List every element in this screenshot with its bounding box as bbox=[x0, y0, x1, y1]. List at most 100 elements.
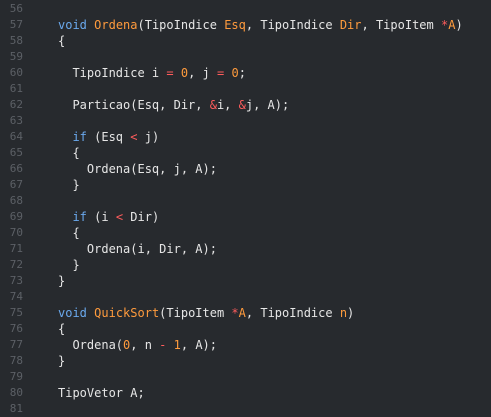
code-line[interactable]: 57 void Ordena(TipoIndice Esq, TipoIndice… bbox=[0, 17, 491, 33]
code-token: n bbox=[339, 306, 348, 320]
code-token: Ordena(Esq, j, A); bbox=[58, 162, 217, 176]
line-number: 64 bbox=[9, 130, 23, 143]
code-token: (Esq bbox=[86, 130, 131, 144]
code-token: void bbox=[58, 306, 87, 320]
line-number: 67 bbox=[9, 178, 23, 191]
code-text[interactable]: TipoIndice i = 0, j = 0; bbox=[58, 65, 246, 81]
code-token: (TipoItem bbox=[159, 306, 232, 320]
code-token: } bbox=[58, 274, 66, 288]
code-token: Ordena(i, Dir, A); bbox=[58, 242, 217, 256]
code-line[interactable]: 67 } bbox=[0, 177, 491, 193]
line-number: 65 bbox=[9, 146, 23, 159]
code-line[interactable]: 60 TipoIndice i = 0, j = 0; bbox=[0, 65, 491, 81]
code-line[interactable]: 66 Ordena(Esq, j, A); bbox=[0, 161, 491, 177]
code-text[interactable]: void QuickSort(TipoItem *A, TipoIndice n… bbox=[58, 305, 354, 321]
code-line[interactable]: 61 bbox=[0, 81, 491, 97]
line-number: 75 bbox=[9, 306, 23, 319]
code-text[interactable]: if (i < Dir) bbox=[58, 209, 159, 225]
code-line[interactable]: 69 if (i < Dir) bbox=[0, 209, 491, 225]
code-token: < bbox=[115, 210, 124, 224]
line-number: 62 bbox=[9, 98, 23, 111]
code-token: j, A); bbox=[245, 98, 290, 112]
code-text[interactable]: if (Esq < j) bbox=[58, 129, 159, 145]
code-line[interactable]: 62 Particao(Esq, Dir, &i, &j, A); bbox=[0, 97, 491, 113]
code-token: { bbox=[58, 322, 66, 336]
code-line[interactable]: 72 } bbox=[0, 257, 491, 273]
line-number: 78 bbox=[9, 354, 23, 367]
code-token: Esq bbox=[224, 18, 246, 32]
line-number: 71 bbox=[9, 242, 23, 255]
line-number: 68 bbox=[9, 194, 23, 207]
code-token: ; bbox=[238, 66, 246, 80]
code-line[interactable]: 59 bbox=[0, 49, 491, 65]
code-token: , n bbox=[130, 338, 160, 352]
line-number: 57 bbox=[9, 18, 23, 31]
code-token: A bbox=[238, 306, 246, 320]
line-number: 70 bbox=[9, 226, 23, 239]
code-text[interactable]: { bbox=[58, 225, 79, 241]
code-token: TipoIndice i bbox=[58, 66, 167, 80]
code-token: Ordena bbox=[94, 18, 138, 32]
code-line[interactable]: 58 { bbox=[0, 33, 491, 49]
code-token: j) bbox=[137, 130, 160, 144]
code-line[interactable]: 71 Ordena(i, Dir, A); bbox=[0, 241, 491, 257]
code-text[interactable]: Ordena(0, n - 1, A); bbox=[58, 337, 217, 353]
code-text[interactable]: } bbox=[58, 273, 65, 289]
code-text[interactable]: } bbox=[58, 257, 80, 273]
line-number: 72 bbox=[9, 258, 23, 271]
line-number: 81 bbox=[9, 402, 23, 415]
code-token: } bbox=[58, 354, 66, 368]
code-line[interactable]: 70 { bbox=[0, 225, 491, 241]
code-token: } bbox=[58, 258, 80, 272]
code-line[interactable]: 63 bbox=[0, 113, 491, 129]
code-text[interactable]: } bbox=[58, 177, 79, 193]
code-token: (TipoIndice bbox=[137, 18, 225, 32]
code-token: , A); bbox=[180, 338, 217, 352]
code-editor[interactable]: 56 57 void Ordena(TipoIndice Esq, TipoIndi… bbox=[0, 0, 491, 416]
code-token: ) bbox=[455, 18, 463, 32]
code-line[interactable]: 73} bbox=[0, 273, 491, 289]
code-line[interactable]: 78} bbox=[0, 353, 491, 369]
code-line[interactable]: 68 bbox=[0, 193, 491, 209]
code-line[interactable]: 75 void QuickSort(TipoItem *A, TipoIndice… bbox=[0, 305, 491, 321]
code-line[interactable]: 77 Ordena(0, n - 1, A); bbox=[0, 337, 491, 353]
code-line[interactable]: 76 { bbox=[0, 321, 491, 337]
code-token: void bbox=[58, 18, 87, 32]
code-token: (i bbox=[86, 210, 116, 224]
code-token: & bbox=[209, 98, 217, 112]
code-text[interactable]: void Ordena(TipoIndice Esq, TipoIndice D… bbox=[58, 17, 463, 33]
code-text[interactable]: { bbox=[58, 145, 79, 161]
code-line[interactable]: 80 TipoVetor A; bbox=[0, 385, 491, 401]
code-text[interactable]: } bbox=[58, 353, 65, 369]
code-token: 0 bbox=[180, 66, 189, 80]
code-token: * bbox=[231, 306, 239, 320]
code-text[interactable]: { bbox=[58, 33, 65, 49]
code-line[interactable]: 56 bbox=[0, 1, 491, 17]
code-token: 0 bbox=[231, 66, 239, 80]
code-text[interactable]: { bbox=[58, 321, 65, 337]
line-number: 77 bbox=[9, 338, 23, 351]
code-token: & bbox=[238, 98, 246, 112]
code-line[interactable]: 81 bbox=[0, 401, 491, 417]
code-text[interactable]: Particao(Esq, Dir, &i, &j, A); bbox=[58, 97, 289, 113]
line-number: 76 bbox=[9, 322, 23, 335]
code-token: TipoVetor A; bbox=[58, 386, 145, 400]
line-number: 73 bbox=[9, 274, 23, 287]
code-text[interactable]: Ordena(i, Dir, A); bbox=[58, 241, 217, 257]
code-line[interactable]: 64 if (Esq < j) bbox=[0, 129, 491, 145]
line-number: 69 bbox=[9, 210, 23, 223]
code-line[interactable]: 74 bbox=[0, 289, 491, 305]
code-line[interactable]: 65 { bbox=[0, 145, 491, 161]
line-number: 80 bbox=[9, 386, 23, 399]
code-text[interactable]: Ordena(Esq, j, A); bbox=[58, 161, 217, 177]
code-token: Dir bbox=[339, 18, 362, 32]
code-token: if bbox=[72, 210, 87, 224]
code-text[interactable]: TipoVetor A; bbox=[58, 385, 145, 401]
line-number: 58 bbox=[9, 34, 23, 47]
code-line[interactable]: 79 bbox=[0, 369, 491, 385]
code-token: Ordena( bbox=[58, 338, 124, 352]
line-number: 61 bbox=[9, 82, 23, 95]
line-number: 74 bbox=[9, 290, 23, 303]
line-number: 56 bbox=[9, 2, 23, 15]
